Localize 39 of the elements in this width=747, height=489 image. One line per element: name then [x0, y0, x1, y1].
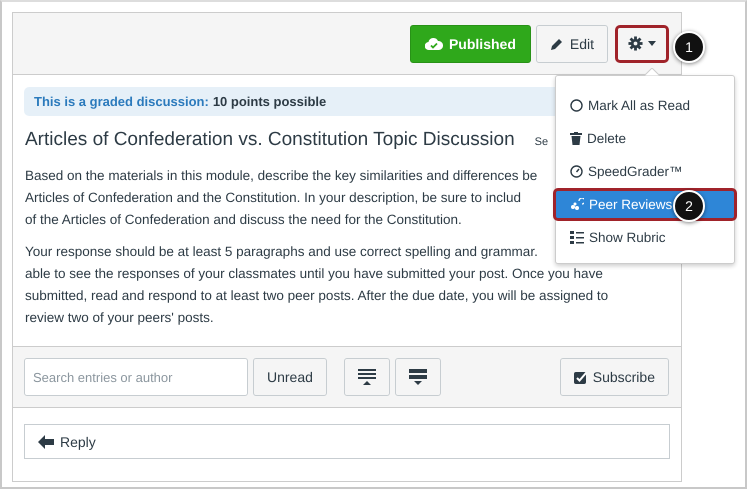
cloud-check-icon	[424, 36, 443, 50]
menu-item[interactable]: SpeedGrader™	[556, 155, 734, 188]
circle-icon	[570, 99, 583, 112]
body-text: of the Articles of Confederation and discuss the need for the Constitution.	[25, 211, 462, 229]
subscribe-button[interactable]: Subscribe	[560, 358, 669, 396]
reply-arrow-icon	[38, 434, 54, 448]
step-callout: 2	[673, 190, 705, 222]
menu-item[interactable]: Delete	[556, 122, 734, 155]
collapse-icon	[358, 369, 376, 385]
gauge-icon	[570, 165, 583, 178]
collapse-button[interactable]	[344, 358, 390, 396]
body-text: review two of your peers' posts.	[25, 309, 214, 327]
graded-label: This is a graded discussion:	[34, 94, 209, 109]
pencil-icon	[550, 36, 564, 50]
menu-item[interactable]: Show Rubric	[556, 221, 734, 254]
menu-item[interactable]: Peer Reviews 2	[553, 188, 737, 221]
step-callout: 1	[673, 31, 705, 63]
search-field[interactable]: Search entries or author	[24, 358, 248, 396]
settings-button[interactable]	[615, 24, 669, 62]
side-text: Se	[534, 136, 548, 148]
body-text: Your response should be at least 5 paragraphs and use correct spelling and grammar.	[25, 243, 538, 261]
points-text: 10 points possible	[212, 94, 326, 109]
body-text: Articles of Confederation and the Constitution. In your description, be sure to includ	[25, 189, 522, 207]
people-icon	[570, 198, 584, 211]
list-icon	[570, 231, 584, 244]
menu-item[interactable]: Mark All as Read	[556, 89, 734, 122]
body-text: able to see the responses of your classmates until you have submitted your post. Once you have	[25, 265, 603, 283]
caret-icon	[648, 41, 656, 46]
settings-icon	[628, 36, 643, 51]
trash-icon	[570, 132, 582, 145]
unread-button[interactable]: Unread	[253, 358, 327, 396]
expand-icon	[408, 369, 427, 385]
body-text: submitted, read and respond to at least two peer posts. After the due date, you will be assigned to	[25, 287, 608, 305]
expand-button[interactable]	[394, 358, 441, 396]
reply-button[interactable]: Reply	[24, 424, 670, 459]
edit-button[interactable]: Edit	[536, 24, 608, 62]
checkbox-icon	[574, 370, 587, 384]
discussion-title: Articles of Confederation vs. Constitution Topic Discussion	[25, 129, 515, 151]
body-text: Based on the materials in this module, describe the key similarities and differences be	[25, 167, 538, 185]
